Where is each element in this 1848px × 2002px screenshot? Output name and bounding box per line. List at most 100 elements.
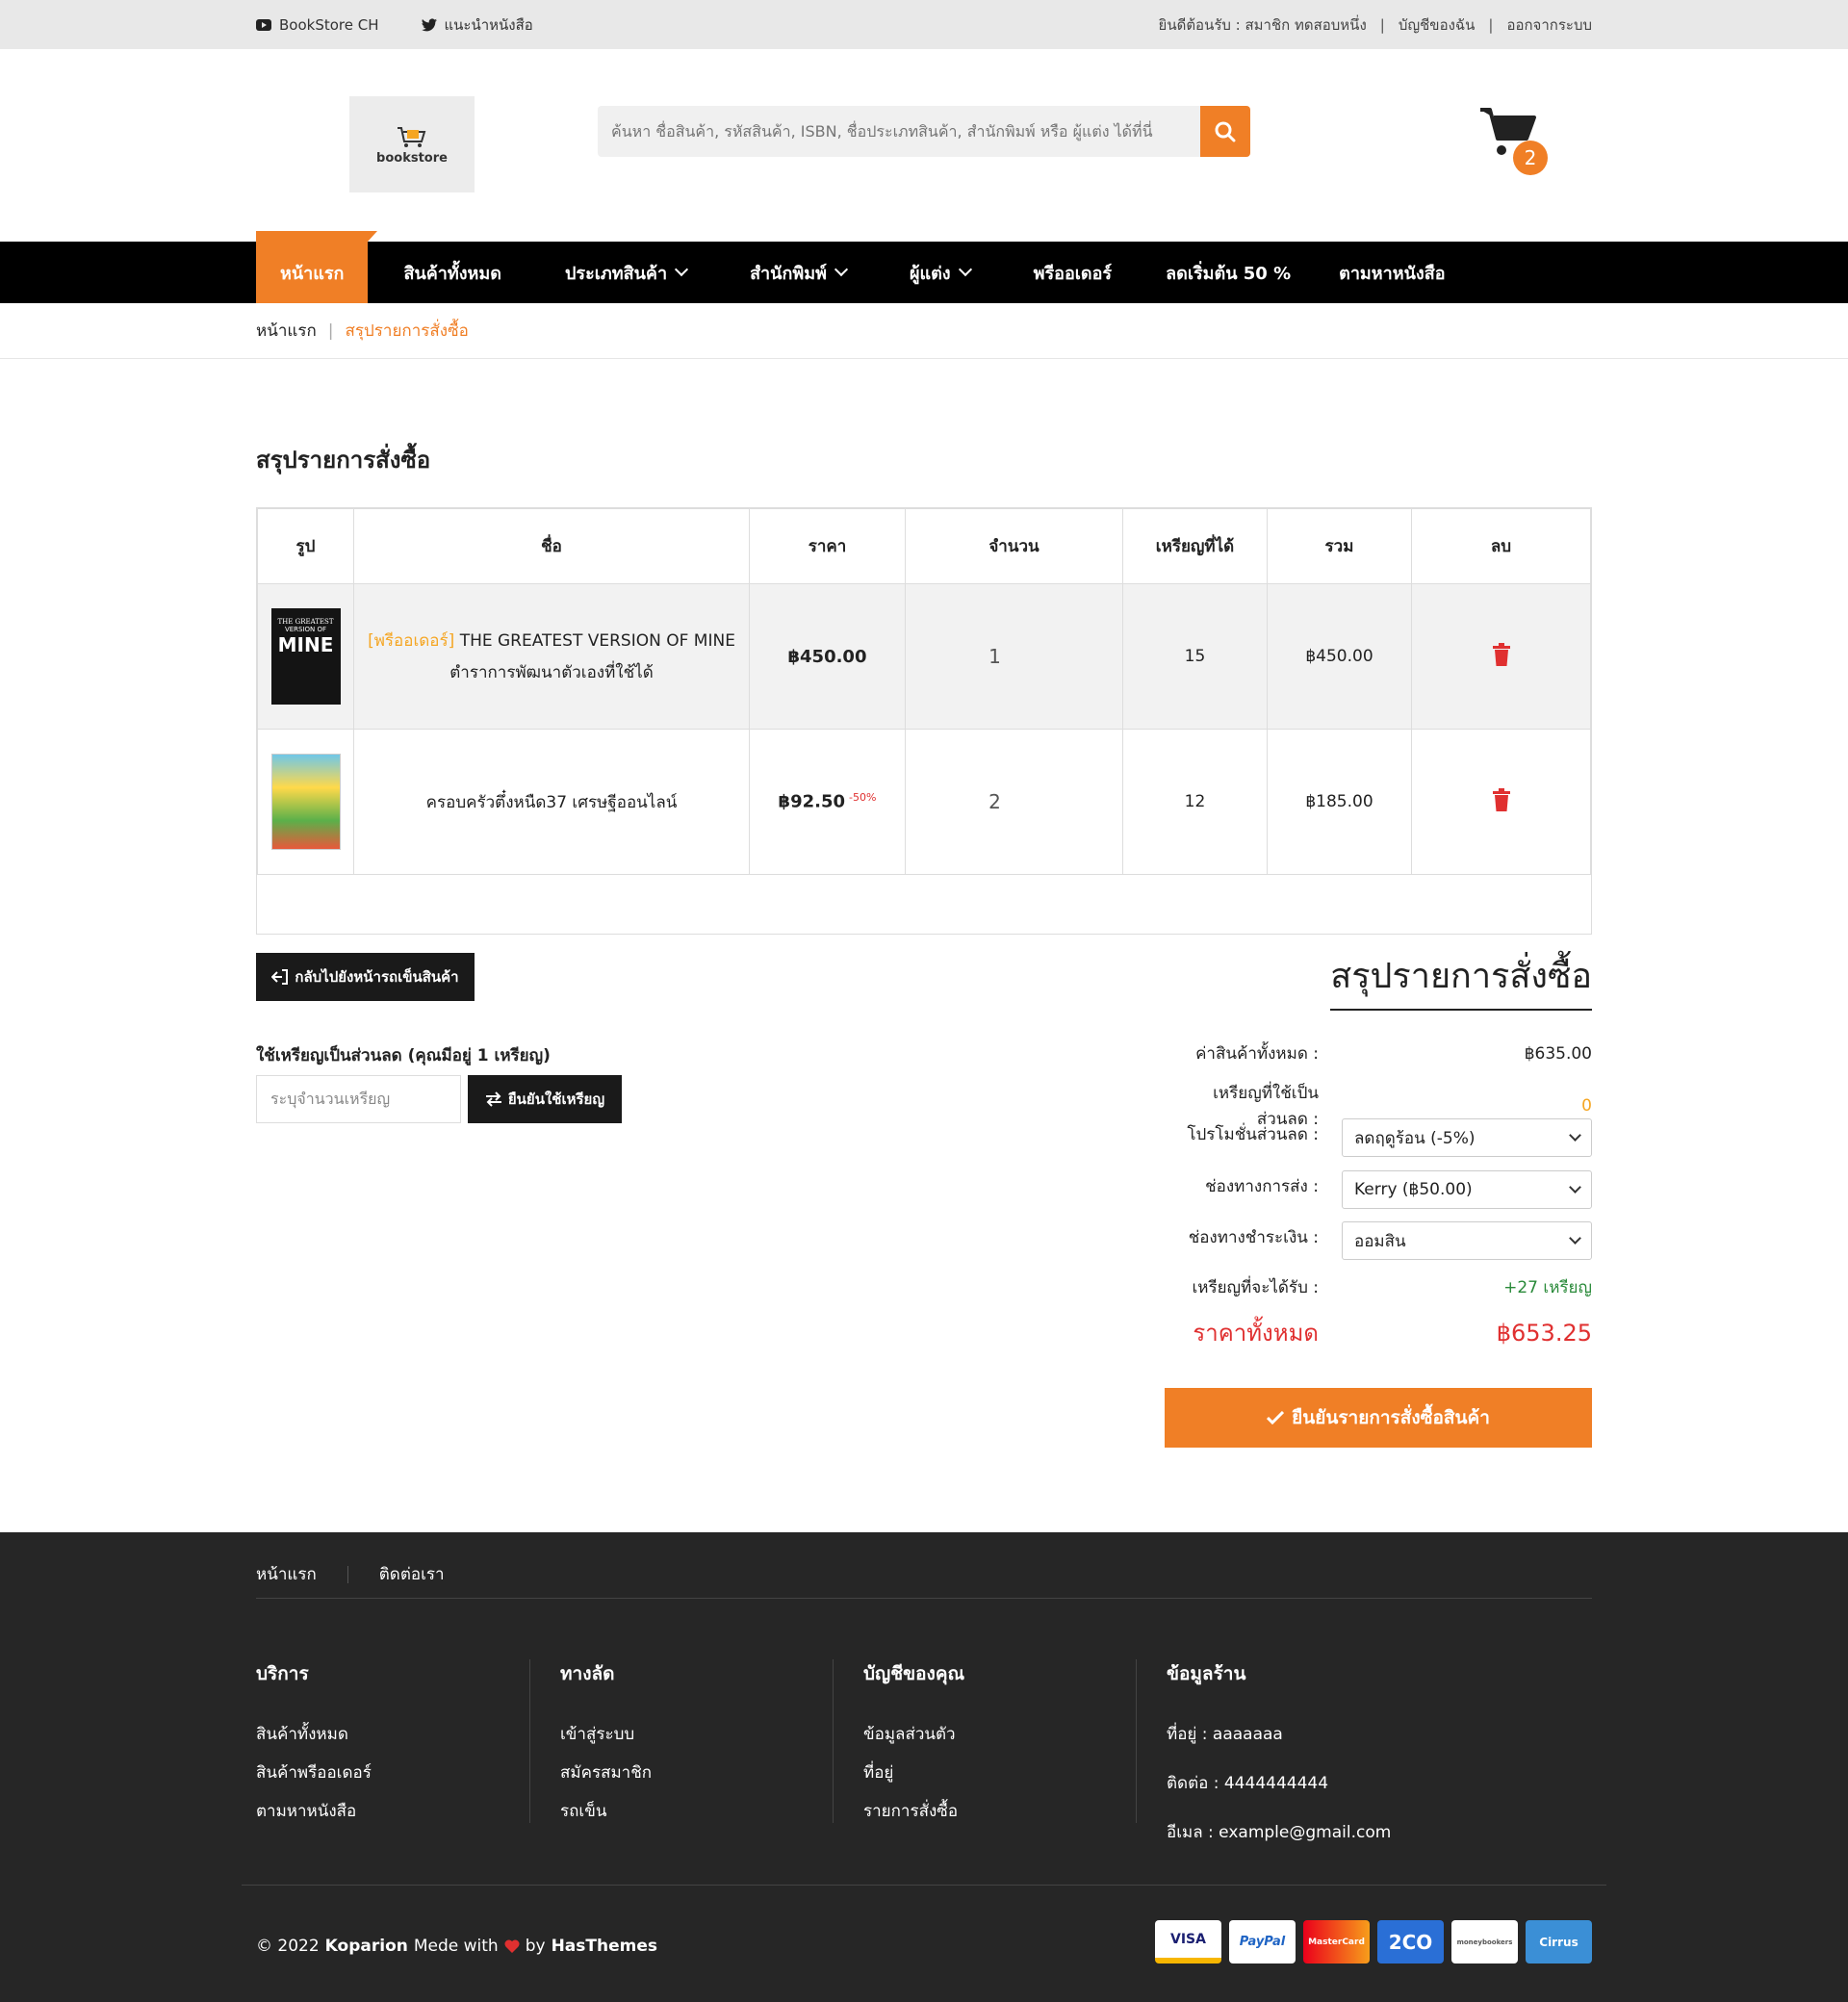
search-input[interactable]: [598, 106, 1200, 157]
coins-earned: 15: [1122, 583, 1268, 730]
divider: [0, 358, 1848, 359]
unit-price: ฿92.50 -50%: [749, 729, 906, 875]
summary-promo-row: โปรโมชั่นส่วนลด : ลดฤดูร้อน (-5%): [1165, 1118, 1592, 1157]
cirrus-icon: Cirrus: [1526, 1920, 1592, 1964]
nav-all-products[interactable]: สินค้าทั้งหมด: [379, 242, 526, 303]
footer-link[interactable]: ตามหาหนังสือ: [256, 1798, 559, 1824]
col-header-price: ราคา: [749, 508, 906, 584]
payment-selected: ออมสิน: [1354, 1231, 1406, 1251]
paypal-icon: PayPal: [1229, 1920, 1296, 1964]
footer-col-store-info: ข้อมูลร้าน ที่อยู่ : aaaaaaa ติดต่อ : 44…: [1136, 1659, 1521, 1842]
footer-link[interactable]: ข้อมูลส่วนตัว: [863, 1721, 1136, 1747]
col-header-coins: เหรียญที่ได้: [1122, 508, 1268, 584]
nav-preorder[interactable]: พรีออเดอร์: [1010, 242, 1136, 303]
footer-link[interactable]: สมัครสมาชิก: [560, 1759, 833, 1785]
coins-used-value: 0: [1581, 1096, 1592, 1116]
nav-discount[interactable]: ลดเริ่มต้น 50 %: [1142, 242, 1315, 303]
unit-price: ฿450.00: [749, 583, 906, 730]
footer-link[interactable]: เข้าสู่ระบบ: [560, 1721, 833, 1747]
nav-label: ลดเริ่มต้น 50 %: [1166, 263, 1292, 284]
trash-icon[interactable]: [1491, 642, 1512, 667]
footer-col-title: ข้อมูลร้าน: [1167, 1663, 1246, 1684]
nav-label: หน้าแรก: [280, 263, 345, 284]
nav-home[interactable]: หน้าแรก: [256, 231, 378, 303]
2co-icon: 2CO: [1377, 1920, 1444, 1964]
shipping-select[interactable]: Kerry (฿50.00): [1342, 1170, 1592, 1209]
chevron-down-icon: [674, 262, 689, 277]
trash-icon[interactable]: [1491, 787, 1512, 812]
footer-link[interactable]: สินค้าทั้งหมด: [256, 1721, 559, 1747]
summary-coins-earn-row: เหรียญที่จะได้รับ : +27 เหรียญ: [1165, 1274, 1592, 1300]
moneybookers-icon: moneybookers: [1451, 1920, 1518, 1964]
footer-col-account: บัญชีของคุณ ข้อมูลส่วนตัว ที่อยู่ รายการ…: [833, 1659, 1136, 1823]
chevron-down-icon: [1569, 1232, 1581, 1245]
my-account-link[interactable]: บัญชีของฉัน: [1399, 13, 1476, 37]
product-title[interactable]: THE GREATEST VERSION OF MINE: [460, 631, 735, 651]
footer-col-title: บัญชีของคุณ: [863, 1663, 965, 1684]
shipping-selected: Kerry (฿50.00): [1354, 1180, 1473, 1199]
payment-select[interactable]: ออมสิน: [1342, 1221, 1592, 1260]
product-name: [พรีออเดอร์] THE GREATEST VERSION OF MIN…: [353, 583, 750, 730]
cover-subtitle: VERSION OF: [284, 626, 327, 633]
separator: [346, 1565, 348, 1583]
copyright: © 2022 Koparion Mede with by HasThemes: [256, 1937, 657, 1956]
copyright-made-with: Mede with: [413, 1937, 499, 1956]
copyright-by: by: [525, 1937, 546, 1956]
footer-link-contact[interactable]: ติดต่อเรา: [379, 1561, 445, 1587]
table-row: THE GREATEST VERSION OF MINE [พรีออเดอร์…: [257, 583, 1591, 730]
total-label: ราคาทั้งหมด: [1193, 1320, 1319, 1347]
book-cover-image: THE GREATEST VERSION OF MINE: [270, 608, 341, 705]
table-row: ครอบครัวตึ๋งหนืด37 เศรษฐีออนไลน์ ฿92.50-…: [257, 729, 1591, 875]
nav-label: พรีออเดอร์: [1033, 263, 1113, 284]
quantity: 1: [905, 583, 1123, 730]
copyright-author[interactable]: HasThemes: [552, 1937, 657, 1956]
logout-link[interactable]: ออกจากระบบ: [1506, 13, 1592, 37]
line-total: ฿450.00: [1267, 583, 1412, 730]
twitter-link[interactable]: แนะนำหนังสือ: [421, 13, 533, 37]
footer-link[interactable]: ที่อยู่: [863, 1759, 1136, 1785]
summary-title: สรุปรายการสั่งซื้อ: [1330, 948, 1592, 1011]
store-logo[interactable]: bookstore: [349, 96, 475, 192]
coin-amount-input[interactable]: ระบุจำนวนเหรียญ: [256, 1075, 461, 1123]
col-header-name: ชื่อ: [353, 508, 750, 584]
footer-link-home[interactable]: หน้าแรก: [256, 1561, 317, 1587]
payment-methods: VISA PayPal MasterCard 2CO moneybookers …: [1155, 1920, 1592, 1964]
coins-earned: 12: [1122, 729, 1268, 875]
youtube-link[interactable]: BookStore CH: [256, 16, 379, 34]
footer-link[interactable]: รายการสั่งซื้อ: [863, 1798, 1136, 1824]
total-value: ฿653.25: [1496, 1319, 1592, 1347]
logo-text: bookstore: [376, 150, 448, 166]
book-cart-logo-icon: [398, 126, 426, 147]
back-to-cart-button[interactable]: กลับไปยังหน้ารถเข็นสินค้า: [256, 953, 475, 1001]
promo-select[interactable]: ลดฤดูร้อน (-5%): [1342, 1118, 1592, 1157]
nav-label: สินค้าทั้งหมด: [403, 263, 501, 284]
search-icon: [1215, 121, 1236, 141]
divider: [242, 1885, 1606, 1886]
separator: |: [1488, 15, 1494, 34]
footer-col-title: บริการ: [256, 1663, 309, 1684]
col-header-qty: จำนวน: [905, 508, 1123, 584]
product-title[interactable]: ครอบครัวตึ๋งหนืด37 เศรษฐีออนไลน์: [354, 789, 749, 815]
confirm-coins-button[interactable]: ยืนยันใช้เหรียญ: [468, 1075, 622, 1123]
cart-button[interactable]: 2: [1478, 106, 1548, 175]
divider: [256, 1598, 1592, 1599]
nav-categories[interactable]: ประเภทสินค้า: [541, 242, 710, 303]
table-footer: [257, 875, 1591, 934]
nav-find-book[interactable]: ตามหาหนังสือ: [1315, 242, 1469, 303]
footer-link[interactable]: รถเข็น: [560, 1798, 833, 1824]
footer-link[interactable]: สินค้าพรีออเดอร์: [256, 1759, 559, 1785]
col-header-delete: ลบ: [1411, 508, 1591, 584]
confirm-order-button[interactable]: ยืนยันรายการสั่งซื้อสินค้า: [1165, 1388, 1592, 1448]
footer-col-shortcuts: ทางลัด เข้าสู่ระบบ สมัครสมาชิก รถเข็น: [529, 1659, 833, 1823]
heart-icon: [504, 1939, 520, 1953]
cover-big-text: MINE: [277, 633, 334, 656]
page-title: สรุปรายการสั่งซื้อ: [256, 447, 431, 474]
search-button[interactable]: [1200, 106, 1250, 157]
twitter-icon: [421, 17, 437, 31]
breadcrumb-home[interactable]: หน้าแรก: [256, 318, 317, 344]
nav-authors[interactable]: ผู้แต่ง: [886, 242, 994, 303]
top-bar: BookStore CH แนะนำหนังสือ ยินดีต้อนรับ :…: [0, 0, 1848, 49]
youtube-icon: [256, 18, 271, 31]
breadcrumb-separator: |: [327, 321, 334, 341]
nav-publishers[interactable]: สำนักพิมพ์: [726, 242, 870, 303]
